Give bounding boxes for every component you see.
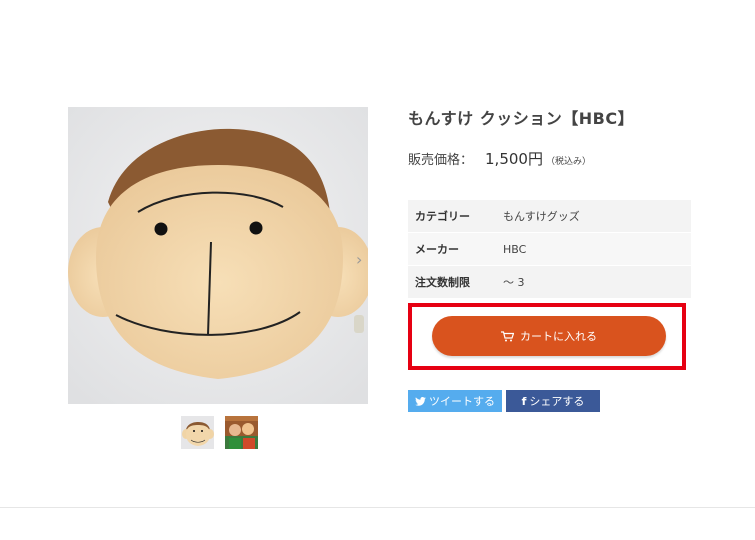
price-value: 1,500円 [485,150,543,168]
thumbnail-strip [181,416,258,449]
price-row: 販売価格： 1,500円 （税込み） [408,148,708,172]
spec-row-maker: メーカー HBC [408,233,691,266]
cart-icon [501,330,514,341]
facebook-share-button[interactable]: f シェアする [506,390,600,412]
thumbnail-photo[interactable] [225,416,258,449]
tweet-button[interactable]: ツイートする [408,390,502,412]
share-buttons: ツイートする f シェアする [408,390,600,412]
spec-value: ～ 3 [503,276,525,289]
product-main-image[interactable] [68,107,368,404]
product-info: もんすけ クッション【HBC】 販売価格： 1,500円 （税込み） カテゴリー… [408,107,708,412]
product-gallery [68,107,368,449]
add-to-cart-button[interactable]: カートに入れる [432,316,666,356]
spec-table: カテゴリー もんすけグッズ メーカー HBC 注文数制限 ～ 3 [408,200,691,299]
spec-row-order-limit: 注文数制限 ～ 3 [408,266,691,299]
add-to-cart-label: カートに入れる [520,330,597,343]
thumbnail-cushion[interactable] [181,416,214,449]
cart-highlight-box: カートに入れる [408,303,686,370]
spec-key: メーカー [415,243,459,256]
spec-value: もんすけグッズ [503,210,580,223]
product-title: もんすけ クッション【HBC】 [408,109,635,128]
spec-row-category: カテゴリー もんすけグッズ [408,200,691,233]
facebook-label: シェアする [529,395,585,408]
facebook-icon: f [521,394,527,408]
price-label: 販売価格： [408,153,474,168]
gallery-next-arrow[interactable]: › [356,250,370,270]
product-page: › もんすけ クッション【HBC】 販売価格： 1,500円 （税込み） カテゴ… [0,0,755,540]
price-tax-note: （税込み） [545,157,591,167]
footer-divider [0,507,755,508]
spec-value: HBC [503,243,527,256]
tweet-label: ツイートする [429,395,495,408]
twitter-icon [415,396,426,406]
spec-key: カテゴリー [415,210,470,223]
spec-key: 注文数制限 [415,276,470,289]
